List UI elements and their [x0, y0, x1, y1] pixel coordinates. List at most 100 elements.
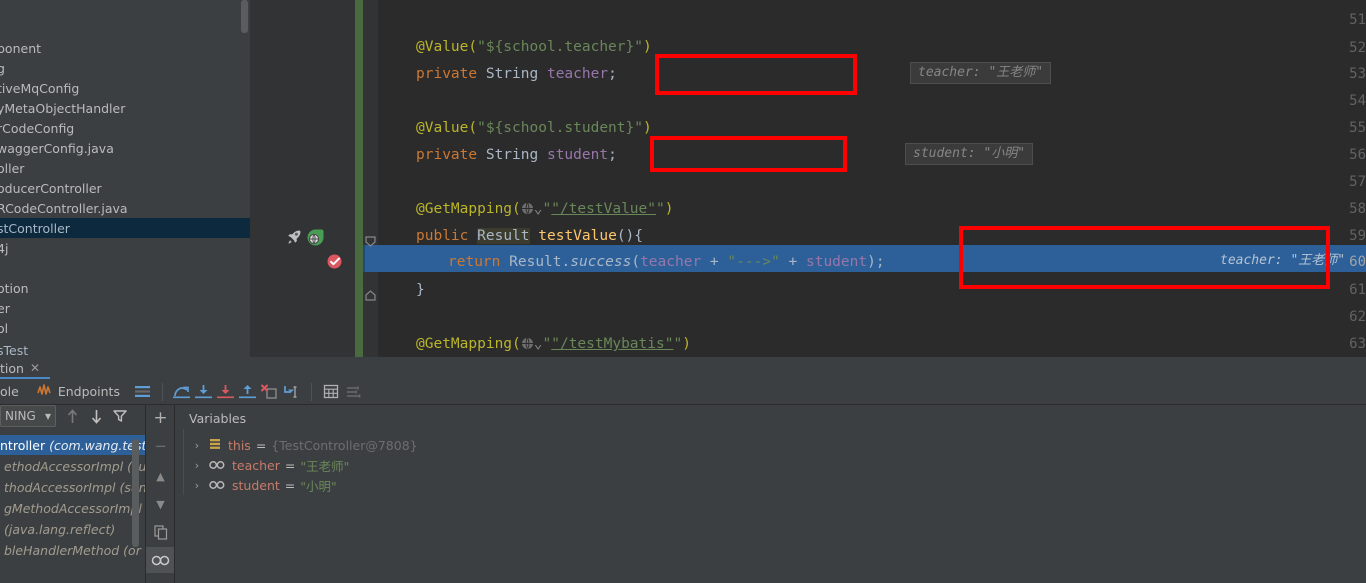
stack-frame-row[interactable]: (java.lang.reflect): [0, 519, 145, 539]
endpoint-gutter-icon[interactable]: ⌄: [521, 336, 543, 352]
endpoints-icon: [37, 383, 53, 400]
code-line-63[interactable]: @GetMapping(⌄""/testMybatis""): [416, 334, 691, 354]
endpoints-label: Endpoints: [57, 384, 120, 399]
frames-pane[interactable]: NING ▾ ntroller(com.wang.test.c ethodAcc…: [0, 405, 145, 583]
remove-watch-button[interactable]: −: [146, 433, 175, 459]
variables-tree-guide: [183, 429, 184, 495]
inline-debug-hint-teacher[interactable]: teacher: "王老师": [910, 62, 1052, 84]
stack-frame-row[interactable]: bleHandlerMethod (or: [0, 540, 145, 560]
variables-title: Variables: [189, 411, 247, 426]
frames-down-button[interactable]: [86, 407, 106, 425]
frames-filter-button[interactable]: [110, 407, 130, 425]
tree-item[interactable]: waggerConfig.java: [0, 138, 250, 158]
code-line-59[interactable]: public Result testValue(){: [416, 226, 643, 246]
equals-sign: =: [255, 437, 267, 453]
code-editor[interactable]: 51 52 53 54 55 56 57 58 59 60 61 62 63 @…: [250, 0, 1366, 357]
copy-value-button[interactable]: [146, 519, 175, 545]
variables-pane[interactable]: Variables › this = {TestController@7808}…: [174, 405, 1366, 583]
evaluate-expression-button[interactable]: [320, 382, 342, 402]
force-step-into-button[interactable]: [215, 382, 237, 402]
debugger-toolbar[interactable]: ole Endpoints: [0, 379, 1366, 405]
show-as-tree-button[interactable]: [132, 382, 154, 402]
variable-row-this[interactable]: › this = {TestController@7808}: [189, 435, 418, 455]
tree-item[interactable]: er: [0, 298, 250, 318]
expand-arrow-icon[interactable]: ›: [189, 459, 205, 472]
step-into-button[interactable]: [193, 382, 215, 402]
debug-tabstrip[interactable]: tion ✕: [0, 357, 1366, 379]
code-line-53[interactable]: private String teacher;: [416, 64, 617, 84]
code-line-61[interactable]: }: [416, 280, 425, 300]
close-icon[interactable]: ✕: [30, 361, 40, 375]
variable-value: {TestController@7808}: [271, 437, 418, 453]
code-fold-end-marker[interactable]: [365, 286, 376, 305]
stack-frame-row[interactable]: thodAccessorImpl (sun.r: [0, 477, 145, 497]
drop-frame-button[interactable]: [259, 382, 281, 402]
code-line-56[interactable]: private String student;: [416, 145, 617, 165]
watches-toggle-button[interactable]: [146, 547, 175, 573]
tree-item[interactable]: otion: [0, 278, 250, 298]
toolbar-separator: [310, 382, 312, 401]
tab-endpoints[interactable]: Endpoints: [37, 383, 120, 400]
tree-item[interactable]: ponent: [0, 38, 250, 58]
breakpoint-verified-icon[interactable]: [326, 253, 343, 274]
tree-item-selected[interactable]: stController: [0, 218, 250, 238]
tree-item[interactable]: sTest: [0, 340, 250, 358]
tree-item[interactable]: 4j: [0, 238, 250, 258]
variable-name: student: [232, 477, 280, 493]
variable-name: this: [228, 437, 251, 453]
editor-gutter[interactable]: [250, 0, 355, 357]
chevron-down-icon: ▾: [44, 409, 51, 423]
add-watch-button[interactable]: +: [146, 405, 175, 431]
variable-row-student[interactable]: › student = "小明": [189, 475, 337, 495]
tree-item[interactable]: yMetaObjectHandler: [0, 98, 250, 118]
debug-tool-window[interactable]: tion ✕ ole Endpoints NING ▾ ntroller (co…: [0, 357, 1366, 583]
tree-item[interactable]: rCodeConfig: [0, 118, 250, 138]
step-out-button[interactable]: [237, 382, 259, 402]
code-line-55[interactable]: @Value("${school.student}"): [416, 118, 652, 138]
field-icon: [209, 458, 225, 473]
move-up-button[interactable]: ▲: [146, 463, 175, 489]
toolbar-separator: [161, 382, 163, 401]
inline-debug-hint-student[interactable]: student: "小明": [905, 143, 1034, 165]
endpoint-gutter-icon[interactable]: ⌄: [521, 201, 543, 217]
tab-console[interactable]: ole: [0, 384, 19, 399]
variable-value: "小明": [300, 478, 337, 494]
frames-up-button[interactable]: [62, 407, 82, 425]
variable-name: teacher: [232, 457, 280, 473]
stack-frame-row[interactable]: ntroller(com.wang.test.c: [0, 435, 145, 455]
code-fold-marker[interactable]: [365, 232, 376, 251]
stack-frame-row[interactable]: gMethodAccessorImpl (s: [0, 498, 145, 518]
field-icon: [209, 478, 225, 493]
tab-application-label: tion: [0, 360, 24, 376]
tab-application[interactable]: tion ✕: [0, 357, 48, 379]
variable-value: "王老师": [300, 458, 350, 474]
globe-run-icon[interactable]: [306, 228, 325, 251]
stack-frame-row[interactable]: ethodAccessorImpl (sun.: [0, 456, 145, 476]
watches-button-strip[interactable]: + − ▲ ▼: [145, 405, 175, 583]
tree-item[interactable]: oller: [0, 158, 250, 178]
tree-item[interactable]: ol: [0, 318, 250, 338]
step-over-button[interactable]: [171, 382, 193, 402]
project-tree-sidebar[interactable]: ponent g tiveMqConfig yMetaObjectHandler…: [0, 0, 250, 357]
code-line-52[interactable]: @Value("${school.teacher}"): [416, 37, 652, 57]
code-line-58[interactable]: @GetMapping(⌄""/testValue""): [416, 199, 673, 219]
tree-item[interactable]: RCodeController.java: [0, 198, 250, 218]
vcs-change-marker: [355, 0, 363, 357]
run-to-cursor-button[interactable]: [281, 382, 303, 402]
tree-item[interactable]: g: [0, 58, 250, 78]
frames-scrollbar[interactable]: [132, 439, 139, 547]
expand-arrow-icon[interactable]: ›: [189, 479, 205, 492]
variable-row-teacher[interactable]: › teacher = "王老师": [189, 455, 350, 475]
settings-button[interactable]: [342, 382, 364, 402]
object-icon: [209, 438, 221, 453]
expand-arrow-icon[interactable]: ›: [189, 439, 205, 452]
rocket-icon[interactable]: [285, 228, 304, 251]
code-line-60[interactable]: return Result.success(teacher + "--->" +…: [448, 252, 885, 272]
move-down-button[interactable]: ▼: [146, 491, 175, 517]
equals-sign: =: [284, 477, 296, 493]
tree-item[interactable]: oducerController: [0, 178, 250, 198]
inline-debug-hint-exec[interactable]: teacher: "王老师" student: "小明": [1212, 250, 1366, 272]
sidebar-scrollbar[interactable]: [241, 0, 248, 33]
thread-selector[interactable]: NING ▾: [0, 405, 56, 427]
tree-item[interactable]: tiveMqConfig: [0, 78, 250, 98]
